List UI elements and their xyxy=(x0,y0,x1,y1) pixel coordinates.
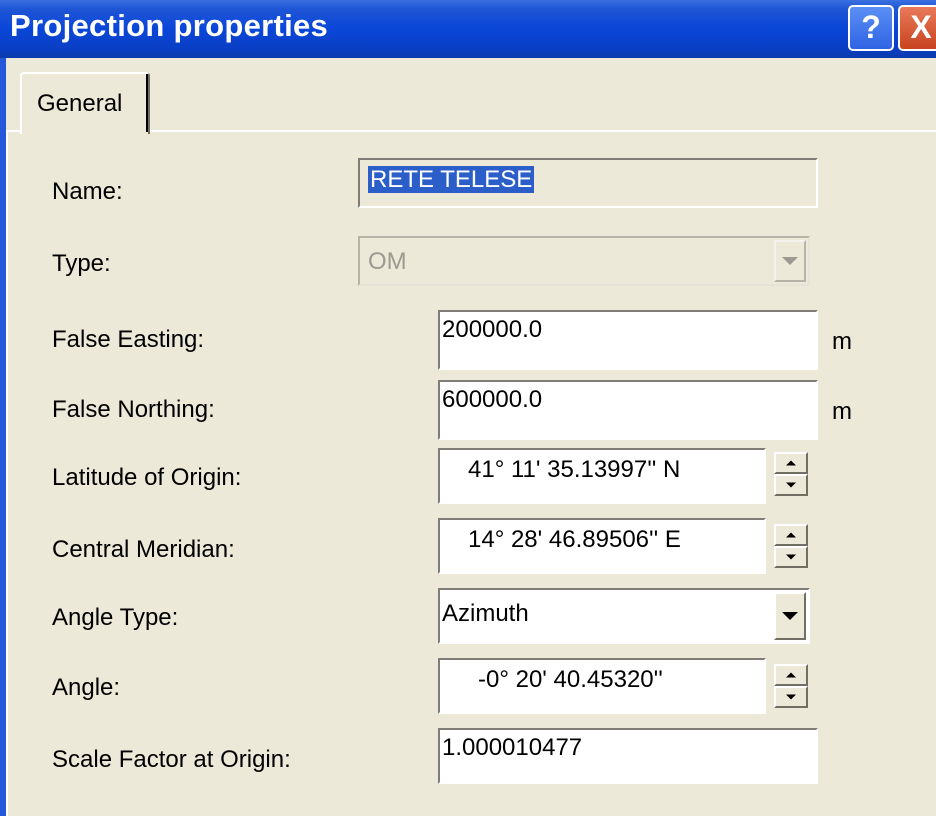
scale-factor-value: 1.000010477 xyxy=(442,734,583,761)
false-northing-field[interactable]: 600000.0 xyxy=(438,380,818,440)
arrow-down-icon xyxy=(786,554,796,560)
type-value: OM xyxy=(368,248,407,275)
arrow-up-icon xyxy=(786,460,796,466)
type-dropdown-button xyxy=(774,240,806,282)
angle-label: Angle: xyxy=(52,674,121,701)
arrow-down-icon xyxy=(786,482,796,488)
spin-down-button[interactable] xyxy=(774,686,808,708)
title-bar: Projection properties ? X xyxy=(0,0,936,58)
false-northing-label: False Northing: xyxy=(52,396,215,423)
arrow-up-icon xyxy=(786,532,796,538)
false-northing-unit: m xyxy=(832,398,852,425)
chevron-down-icon xyxy=(782,257,798,265)
arrow-down-icon xyxy=(786,694,796,700)
angle-spinner[interactable] xyxy=(774,664,808,708)
scale-factor-label: Scale Factor at Origin: xyxy=(52,746,291,773)
tab-general-label: General xyxy=(37,90,123,117)
latitude-origin-label: Latitude of Origin: xyxy=(52,464,242,491)
angle-type-label: Angle Type: xyxy=(52,604,179,631)
type-dropdown: OM xyxy=(358,236,810,286)
arrow-up-icon xyxy=(786,672,796,678)
type-label: Type: xyxy=(52,250,111,277)
latitude-origin-field[interactable]: 41° 11' 35.13997'' N xyxy=(438,448,766,504)
central-meridian-label: Central Meridian: xyxy=(52,536,235,563)
angle-type-dropdown[interactable]: Azimuth xyxy=(438,588,810,644)
spin-up-button[interactable] xyxy=(774,452,808,474)
false-easting-label: False Easting: xyxy=(52,326,205,353)
false-northing-value: 600000.0 xyxy=(442,386,543,413)
false-easting-field[interactable]: 200000.0 xyxy=(438,310,818,370)
window-title: Projection properties xyxy=(10,8,329,43)
spin-down-button[interactable] xyxy=(774,474,808,496)
tab-panel-border-left xyxy=(6,130,8,816)
latitude-origin-spinner[interactable] xyxy=(774,452,808,496)
central-meridian-value: 14° 28' 46.89506'' E xyxy=(468,526,681,553)
false-easting-unit: m xyxy=(832,328,852,355)
false-easting-value: 200000.0 xyxy=(442,316,543,343)
angle-type-dropdown-button[interactable] xyxy=(774,592,806,640)
spin-up-button[interactable] xyxy=(774,524,808,546)
close-button[interactable]: X xyxy=(898,5,936,51)
angle-type-value: Azimuth xyxy=(442,600,529,627)
scale-factor-field[interactable]: 1.000010477 xyxy=(438,728,818,784)
spin-up-button[interactable] xyxy=(774,664,808,686)
spin-down-button[interactable] xyxy=(774,546,808,568)
angle-field[interactable]: -0° 20' 40.45320'' xyxy=(438,658,766,714)
chevron-down-icon xyxy=(782,612,798,620)
latitude-origin-value: 41° 11' 35.13997'' N xyxy=(468,456,681,483)
name-value: RETE TELESE xyxy=(368,166,535,193)
angle-value: -0° 20' 40.45320'' xyxy=(478,666,663,693)
name-label: Name: xyxy=(52,178,123,205)
central-meridian-spinner[interactable] xyxy=(774,524,808,568)
help-button[interactable]: ? xyxy=(848,5,894,51)
tab-general[interactable]: General xyxy=(20,72,150,134)
name-field[interactable]: RETE TELESE xyxy=(358,158,818,208)
central-meridian-field[interactable]: 14° 28' 46.89506'' E xyxy=(438,518,766,574)
